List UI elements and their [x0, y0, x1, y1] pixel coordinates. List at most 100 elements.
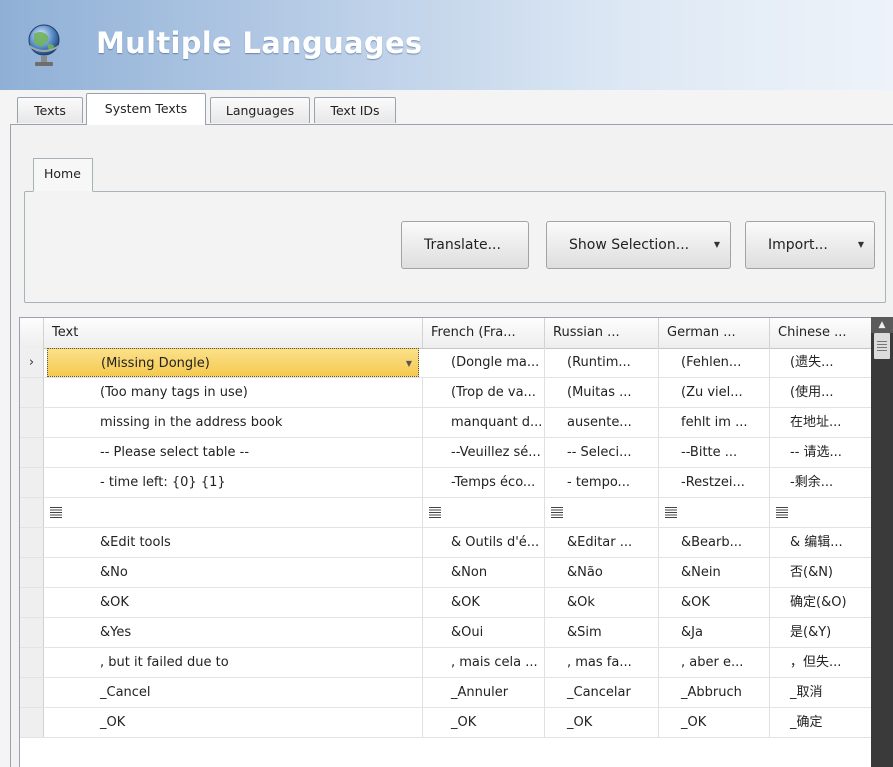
- row-selector[interactable]: [20, 468, 44, 497]
- tab-texts[interactable]: Texts: [17, 97, 83, 123]
- table-row[interactable]: [20, 498, 871, 528]
- cell-chinese[interactable]: _确定: [770, 708, 871, 737]
- cell-chinese[interactable]: [770, 498, 871, 527]
- cell-chinese[interactable]: -剩余...: [770, 468, 871, 497]
- cell-russian[interactable]: &Editar ...: [545, 528, 659, 557]
- import-button[interactable]: Import... ▼: [745, 221, 875, 269]
- table-row[interactable]: _OK _OK _OK _OK _确定: [20, 708, 871, 738]
- column-header-german[interactable]: German ...: [659, 318, 770, 348]
- row-selector[interactable]: [20, 618, 44, 647]
- row-selector[interactable]: [20, 378, 44, 407]
- cell-german[interactable]: &Ja: [659, 618, 770, 647]
- cell-french[interactable]: , mais cela ...: [423, 648, 545, 677]
- column-header-french[interactable]: French (Fra...: [423, 318, 545, 348]
- cell-russian[interactable]: -- Seleci...: [545, 438, 659, 467]
- row-selector[interactable]: [20, 408, 44, 437]
- cell-german[interactable]: , aber e...: [659, 648, 770, 677]
- table-row[interactable]: -- Please select table -- --Veuillez sé..…: [20, 438, 871, 468]
- row-selector[interactable]: ›: [20, 348, 44, 377]
- cell-german[interactable]: (Fehlen...: [659, 348, 770, 377]
- cell-russian[interactable]: - tempo...: [545, 468, 659, 497]
- cell-text[interactable]: , but it failed due to: [44, 648, 423, 677]
- table-row[interactable]: - time left: {0} {1} -Temps éco... - tempo…: [20, 468, 871, 498]
- cell-chinese[interactable]: -- 请选...: [770, 438, 871, 467]
- cell-text[interactable]: _OK: [44, 708, 423, 737]
- cell-german[interactable]: [659, 498, 770, 527]
- cell-text[interactable]: (Missing Dongle) ▼: [47, 348, 419, 377]
- row-selector[interactable]: [20, 498, 44, 527]
- cell-text[interactable]: &No: [44, 558, 423, 587]
- row-selector[interactable]: [20, 678, 44, 707]
- cell-text[interactable]: &Edit tools: [44, 528, 423, 557]
- table-row[interactable]: _Cancel _Annuler _Cancelar _Abbruch _取消: [20, 678, 871, 708]
- scroll-up-icon[interactable]: ▲: [871, 317, 893, 333]
- cell-german[interactable]: &Bearb...: [659, 528, 770, 557]
- cell-french[interactable]: &Non: [423, 558, 545, 587]
- cell-chinese[interactable]: 在地址...: [770, 408, 871, 437]
- row-selector[interactable]: [20, 528, 44, 557]
- row-selector[interactable]: [20, 438, 44, 467]
- table-row[interactable]: missing in the address book manquant d...…: [20, 408, 871, 438]
- cell-text[interactable]: [44, 498, 423, 527]
- cell-russian[interactable]: &Ok: [545, 588, 659, 617]
- cell-russian[interactable]: _OK: [545, 708, 659, 737]
- cell-french[interactable]: --Veuillez sé...: [423, 438, 545, 467]
- cell-text[interactable]: _Cancel: [44, 678, 423, 707]
- cell-russian[interactable]: [545, 498, 659, 527]
- table-row[interactable]: &Edit tools & Outils d'é... &Editar ... &Be…: [20, 528, 871, 558]
- cell-chinese[interactable]: 是(&Y): [770, 618, 871, 647]
- cell-chinese[interactable]: (遗失...: [770, 348, 871, 377]
- cell-text[interactable]: &Yes: [44, 618, 423, 647]
- table-row[interactable]: , but it failed due to , mais cela ... , m…: [20, 648, 871, 678]
- cell-russian[interactable]: (Muitas ...: [545, 378, 659, 407]
- ribbon-tab-home[interactable]: Home: [33, 158, 93, 192]
- cell-french[interactable]: manquant d...: [423, 408, 545, 437]
- vertical-scrollbar[interactable]: ▲: [871, 317, 893, 767]
- cell-french[interactable]: (Dongle ma...: [423, 348, 545, 377]
- scrollbar-thumb[interactable]: [874, 333, 890, 359]
- cell-chinese[interactable]: (使用...: [770, 378, 871, 407]
- cell-text[interactable]: &OK: [44, 588, 423, 617]
- cell-russian[interactable]: _Cancelar: [545, 678, 659, 707]
- row-selector[interactable]: [20, 558, 44, 587]
- tab-system-texts[interactable]: System Texts: [86, 93, 206, 125]
- chevron-down-icon[interactable]: ▼: [406, 349, 412, 376]
- cell-russian[interactable]: (Runtim...: [545, 348, 659, 377]
- cell-french[interactable]: [423, 498, 545, 527]
- cell-russian[interactable]: &Não: [545, 558, 659, 587]
- cell-german[interactable]: -Restzei...: [659, 468, 770, 497]
- cell-russian[interactable]: &Sim: [545, 618, 659, 647]
- cell-german[interactable]: _Abbruch: [659, 678, 770, 707]
- column-header-chinese[interactable]: Chinese ...: [770, 318, 871, 348]
- cell-text[interactable]: -- Please select table --: [44, 438, 423, 467]
- cell-french[interactable]: -Temps éco...: [423, 468, 545, 497]
- cell-chinese[interactable]: & 编辑...: [770, 528, 871, 557]
- cell-chinese[interactable]: 否(&N): [770, 558, 871, 587]
- cell-french[interactable]: _OK: [423, 708, 545, 737]
- cell-chinese[interactable]: _取消: [770, 678, 871, 707]
- cell-chinese[interactable]: ，但失...: [770, 648, 871, 677]
- table-row[interactable]: &No &Non &Não &Nein 否(&N): [20, 558, 871, 588]
- column-header-text[interactable]: Text: [44, 318, 423, 348]
- cell-french[interactable]: (Trop de va...: [423, 378, 545, 407]
- cell-text[interactable]: (Too many tags in use): [44, 378, 423, 407]
- cell-french[interactable]: _Annuler: [423, 678, 545, 707]
- cell-chinese[interactable]: 确定(&O): [770, 588, 871, 617]
- translate-button[interactable]: Translate...: [401, 221, 529, 269]
- row-selector[interactable]: [20, 588, 44, 617]
- cell-german[interactable]: _OK: [659, 708, 770, 737]
- cell-german[interactable]: &OK: [659, 588, 770, 617]
- cell-text[interactable]: - time left: {0} {1}: [44, 468, 423, 497]
- cell-german[interactable]: &Nein: [659, 558, 770, 587]
- cell-french[interactable]: &Oui: [423, 618, 545, 647]
- cell-german[interactable]: fehlt im ...: [659, 408, 770, 437]
- cell-text[interactable]: missing in the address book: [44, 408, 423, 437]
- row-selector[interactable]: [20, 708, 44, 737]
- table-row[interactable]: (Too many tags in use) (Trop de va... (Mui…: [20, 378, 871, 408]
- cell-german[interactable]: (Zu viel...: [659, 378, 770, 407]
- show-selection-button[interactable]: Show Selection... ▼: [546, 221, 731, 269]
- tab-text-ids[interactable]: Text IDs: [314, 97, 396, 123]
- cell-french[interactable]: & Outils d'é...: [423, 528, 545, 557]
- cell-german[interactable]: --Bitte ...: [659, 438, 770, 467]
- cell-french[interactable]: &OK: [423, 588, 545, 617]
